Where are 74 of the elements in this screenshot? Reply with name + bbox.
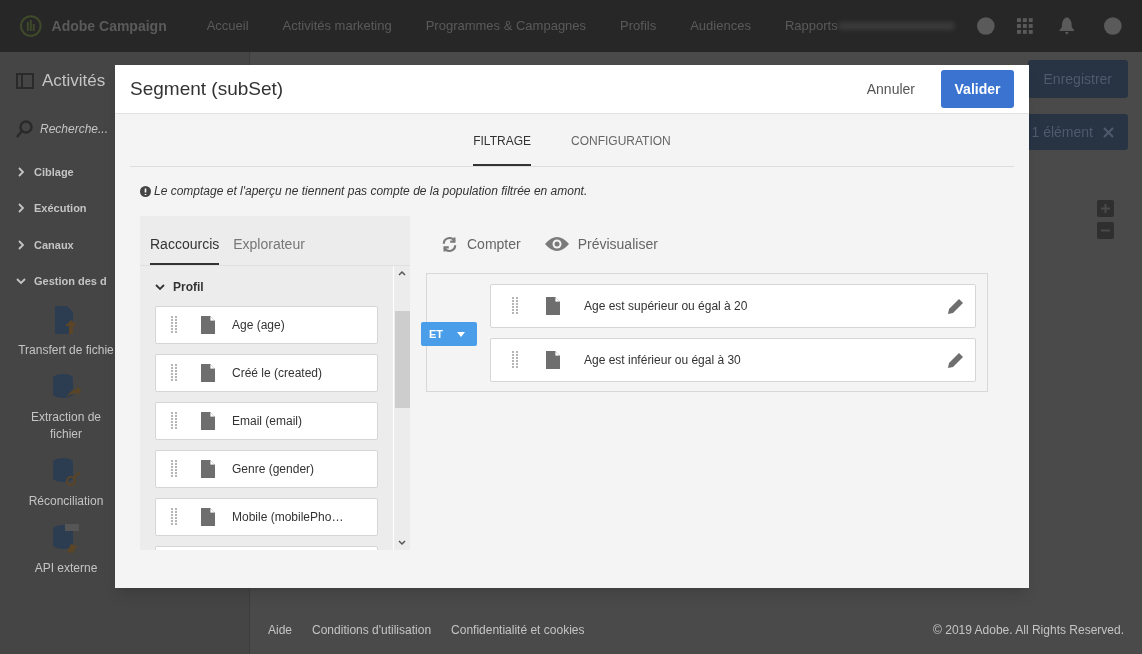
dialog-tab[interactable]: CONFIGURATION [571,132,671,166]
condition-card[interactable]: Age est supérieur ou égal à 20 [490,284,976,328]
drag-handle-icon[interactable] [171,364,177,382]
drag-handle-icon[interactable] [512,351,518,369]
database-key-icon [51,456,81,487]
database-plug-icon [51,523,81,554]
category-item[interactable]: Canaux [16,236,111,253]
toolbar-action[interactable]: Compter [441,234,521,254]
field-card[interactable]: Age (age) [155,306,378,344]
close-icon[interactable] [1103,126,1114,138]
search-field[interactable]: Recherche... [16,119,233,138]
zoom-out-button[interactable] [1097,222,1114,239]
drag-handle-icon[interactable] [512,297,518,315]
operator-dropdown[interactable]: ET [421,322,477,346]
scroll-up-icon [398,270,406,276]
footer-link[interactable]: Aide [268,621,293,639]
activity-item[interactable]: Transfert de fichie [18,305,114,359]
document-icon [201,364,215,382]
drag-handle-icon[interactable] [171,508,177,526]
avatar-icon[interactable] [1104,17,1122,35]
field-card[interactable]: Genre (gender) [155,450,378,488]
footer-link[interactable]: Confidentialité et cookies [451,621,585,639]
copyright-text: © 2019 Adobe. All Rights Reserved. [933,622,1124,639]
chevron-right-icon [16,239,26,250]
field-card[interactable]: Mobile (mobilePho… [155,498,378,536]
panel-tab[interactable]: Raccourcis [150,234,220,265]
document-icon [201,412,215,430]
scroll-down-icon [398,540,406,546]
notice-text: Le comptage et l'aperçu ne tiennent pas compte de la population filtrée en amont. [154,183,588,200]
chevron-down-icon [155,282,165,292]
panel-tab[interactable]: Explorateur [233,234,305,265]
document-icon [201,316,215,334]
drag-handle-icon[interactable] [171,460,177,478]
info-icon [140,185,151,197]
refresh-icon [441,235,458,253]
drag-handle-icon[interactable] [171,316,177,334]
edit-icon[interactable] [947,297,965,315]
brand-logo-icon [20,15,42,37]
footer-link[interactable]: Conditions d'utilisation [312,621,432,639]
file-upload-icon [53,305,79,336]
edit-icon[interactable] [947,351,965,369]
field-card[interactable]: Email (email) [155,402,378,440]
caret-icon [457,331,466,337]
activity-item[interactable]: Extraction de fichier [16,372,116,443]
cancel-button[interactable]: Annuler [854,70,927,108]
chevron-down-icon [16,276,26,287]
field-group-header[interactable]: Profil [155,278,378,296]
category-item[interactable]: Exécution [16,200,111,217]
document-icon [201,460,215,478]
dialog-title: Segment (subSet) [130,76,284,101]
toolbar-action[interactable]: Prévisualiser [544,234,658,254]
document-icon [546,351,560,369]
sidebar-title: Activités [42,70,106,92]
confirm-button[interactable]: Valider [941,70,1014,108]
activity-item[interactable]: Réconciliation [28,456,104,510]
search-icon [16,119,34,138]
condition-card[interactable]: Age est inférieur ou égal à 30 [490,338,976,382]
chevron-right-icon [16,166,26,177]
document-icon [546,297,560,315]
activity-item[interactable]: API externe [34,523,98,577]
drag-handle-icon[interactable] [171,412,177,430]
chevron-right-icon [16,203,26,214]
scrollbar[interactable] [393,266,410,550]
apps-grid-icon[interactable] [1017,18,1033,34]
category-item[interactable]: Gestion des d [16,273,111,290]
document-icon [201,508,215,526]
field-card[interactable]: Créé le (created) [155,354,378,392]
zoom-in-button[interactable] [1097,200,1114,217]
plus-icon [1100,203,1111,214]
bell-icon[interactable] [1058,17,1075,35]
eye-icon [544,236,569,252]
panel-icon [16,72,34,89]
category-item[interactable]: Ciblage [16,163,111,180]
dialog-tab[interactable]: FILTRAGE [473,132,531,166]
